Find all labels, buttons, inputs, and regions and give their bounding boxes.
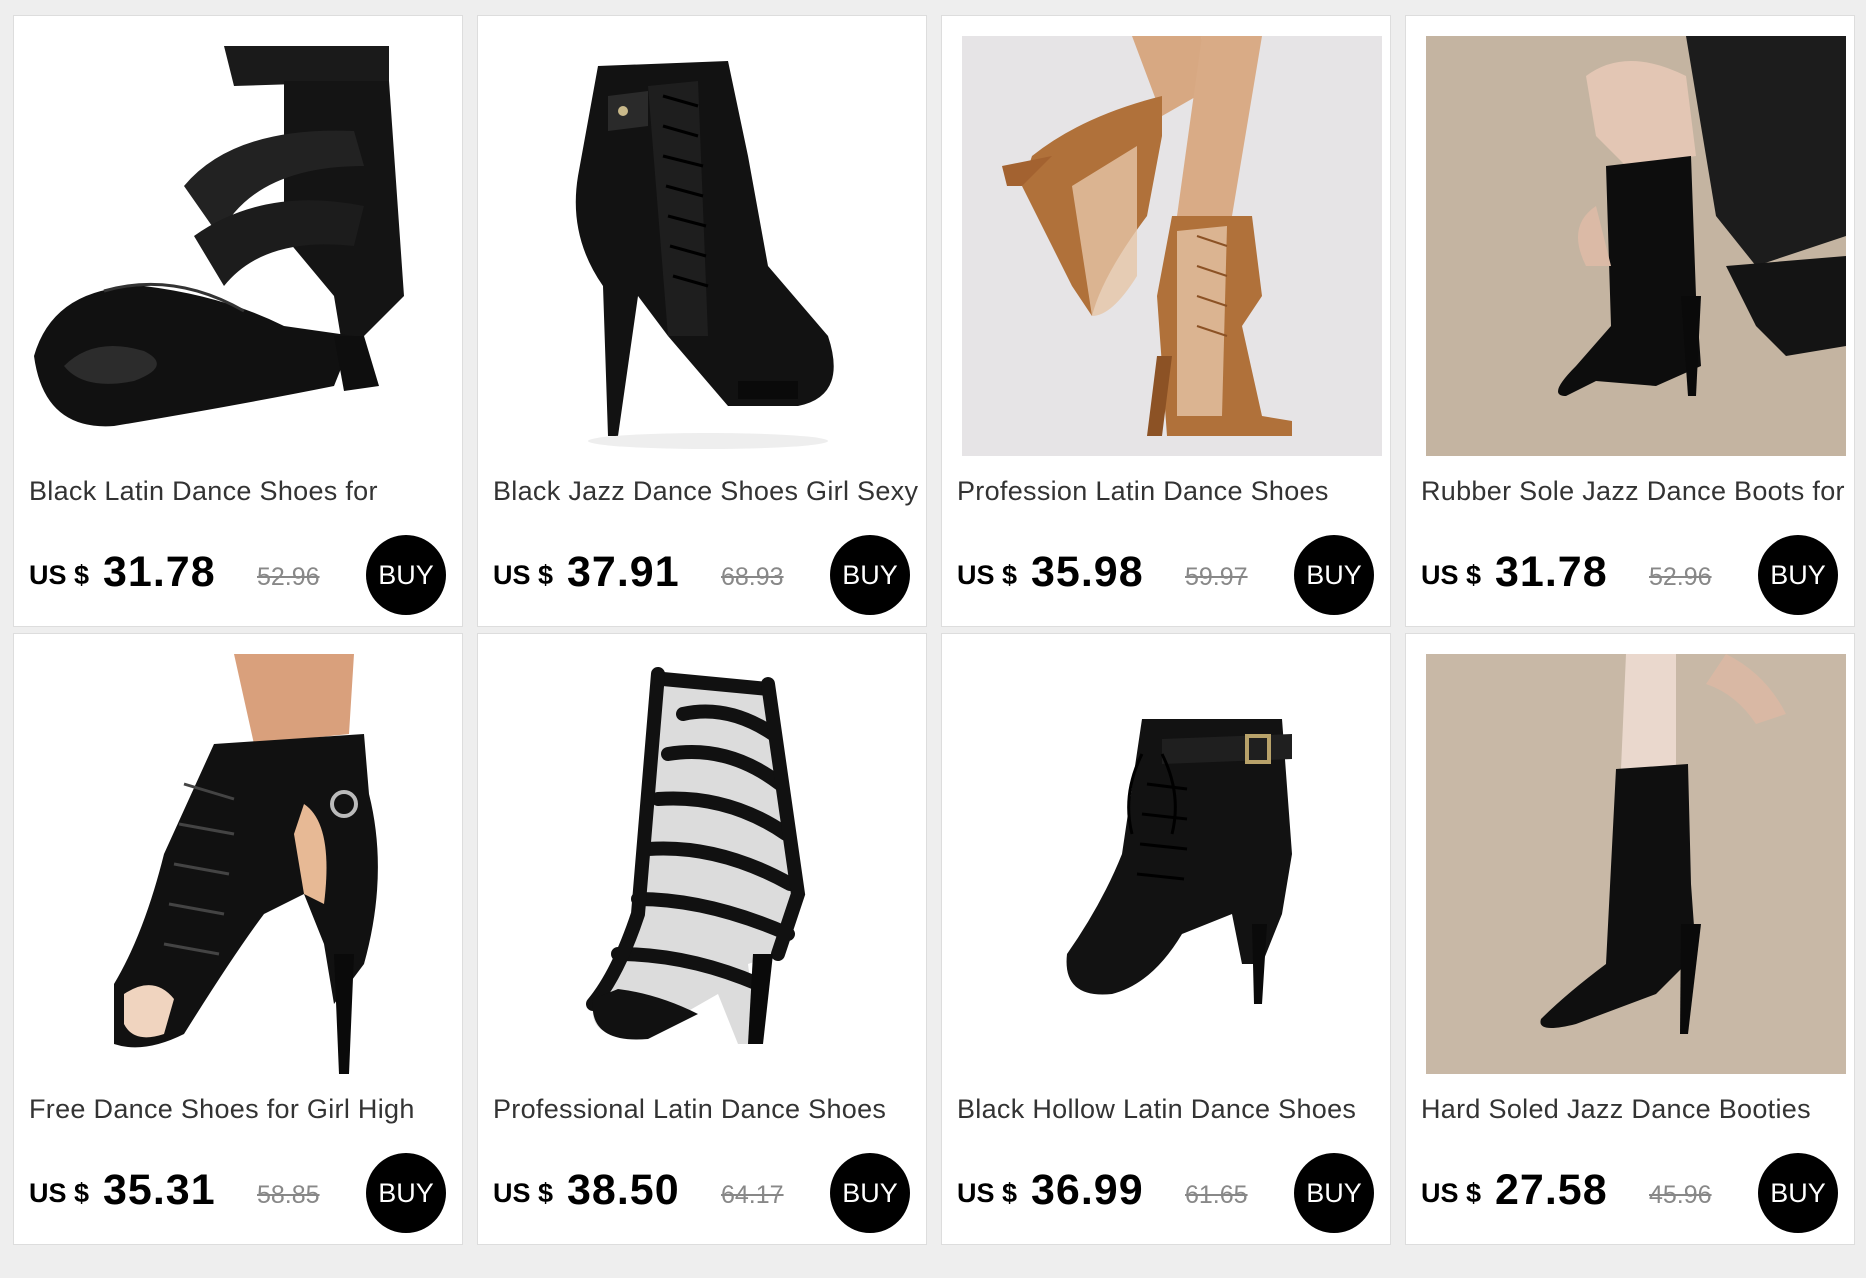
buy-button[interactable]: BUY	[1294, 535, 1374, 615]
product-price: 31.78	[103, 548, 216, 596]
currency-label: US $	[957, 1178, 1018, 1208]
original-price: 52.96	[257, 563, 320, 591]
product-title[interactable]: Rubber Sole Jazz Dance Boots for	[1421, 476, 1846, 507]
black-striped-mesh-boot-icon	[498, 654, 918, 1074]
original-price: 45.96	[1649, 1181, 1712, 1209]
product-image[interactable]	[962, 36, 1382, 456]
original-price: 52.96	[1649, 563, 1712, 591]
product-title[interactable]: Black Jazz Dance Shoes Girl Sexy	[493, 476, 918, 507]
product-price: 36.99	[1031, 1166, 1144, 1214]
buy-button[interactable]: BUY	[366, 1153, 446, 1233]
product-price: 35.31	[103, 1166, 216, 1214]
product-image[interactable]	[498, 36, 918, 456]
black-sock-ankle-boot-icon	[1426, 654, 1846, 1074]
product-title[interactable]: Free Dance Shoes for Girl High	[29, 1094, 454, 1125]
currency-label: US $	[29, 560, 90, 590]
product-price: 35.98	[1031, 548, 1144, 596]
buy-button[interactable]: BUY	[1294, 1153, 1374, 1233]
original-price: 68.93	[721, 563, 784, 591]
product-title[interactable]: Black Latin Dance Shoes for	[29, 476, 454, 507]
product-image[interactable]	[1426, 36, 1846, 456]
product-title[interactable]: Profession Latin Dance Shoes	[957, 476, 1382, 507]
currency-label: US $	[1421, 1178, 1482, 1208]
product-card[interactable]: Hard Soled Jazz Dance Booties US $ 27.58…	[1405, 633, 1855, 1245]
original-price: 64.17	[721, 1181, 784, 1209]
product-price: 38.50	[567, 1166, 680, 1214]
original-price: 58.85	[257, 1181, 320, 1209]
tan-mesh-lace-up-bootie-icon	[962, 36, 1382, 456]
buy-button[interactable]: BUY	[366, 535, 446, 615]
product-image[interactable]	[34, 654, 454, 1074]
product-image[interactable]	[498, 654, 918, 1074]
buy-button[interactable]: BUY	[830, 535, 910, 615]
product-card[interactable]: Free Dance Shoes for Girl High US $ 35.3…	[13, 633, 463, 1245]
product-title[interactable]: Hard Soled Jazz Dance Booties	[1421, 1094, 1846, 1125]
product-price: 27.58	[1495, 1166, 1608, 1214]
currency-label: US $	[493, 560, 554, 590]
original-price: 61.65	[1185, 1181, 1248, 1209]
product-image[interactable]	[34, 36, 454, 456]
original-price: 59.97	[1185, 563, 1248, 591]
product-card[interactable]: Profession Latin Dance Shoes US $ 35.98 …	[941, 15, 1391, 627]
product-title[interactable]: Professional Latin Dance Shoes	[493, 1094, 918, 1125]
currency-label: US $	[493, 1178, 554, 1208]
buy-button[interactable]: BUY	[830, 1153, 910, 1233]
currency-label: US $	[957, 560, 1018, 590]
product-price: 37.91	[567, 548, 680, 596]
product-image[interactable]	[1426, 654, 1846, 1074]
product-card[interactable]: Black Hollow Latin Dance Shoes US $ 36.9…	[941, 633, 1391, 1245]
currency-label: US $	[1421, 560, 1482, 590]
black-cutout-lace-up-bootie-icon	[34, 654, 454, 1074]
product-image[interactable]	[962, 654, 1382, 1074]
product-card[interactable]: Rubber Sole Jazz Dance Boots for US $ 31…	[1405, 15, 1855, 627]
black-satin-strappy-dance-sandal-icon	[34, 36, 454, 456]
black-knee-high-sock-boot-icon	[1426, 36, 1846, 456]
buy-button[interactable]: BUY	[1758, 1153, 1838, 1233]
product-price: 31.78	[1495, 548, 1608, 596]
product-card[interactable]: Professional Latin Dance Shoes US $ 38.5…	[477, 633, 927, 1245]
product-card[interactable]: Black Jazz Dance Shoes Girl Sexy US $ 37…	[477, 15, 927, 627]
product-title[interactable]: Black Hollow Latin Dance Shoes	[957, 1094, 1382, 1125]
black-leather-lace-up-bootie-icon	[498, 36, 918, 456]
buy-button[interactable]: BUY	[1758, 535, 1838, 615]
product-card[interactable]: Black Latin Dance Shoes for US $ 31.78 5…	[13, 15, 463, 627]
black-buckle-lace-up-bootie-icon	[962, 654, 1382, 1074]
currency-label: US $	[29, 1178, 90, 1208]
product-grid: Black Latin Dance Shoes for US $ 31.78 5…	[13, 15, 1855, 1245]
